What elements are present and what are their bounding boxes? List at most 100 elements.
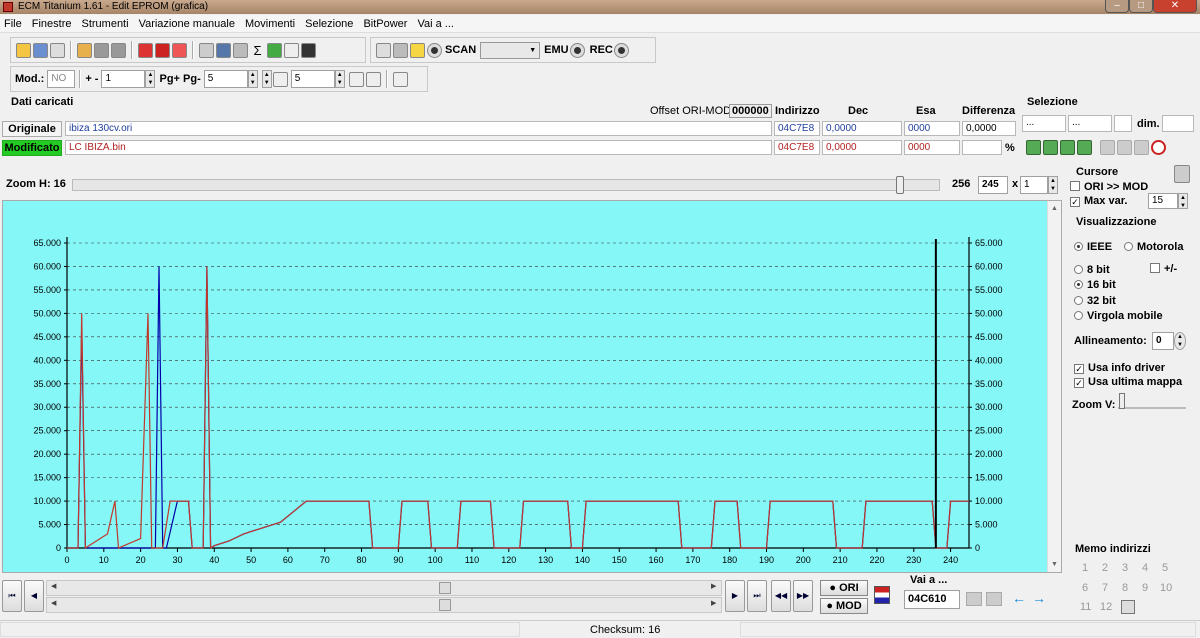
ori-button[interactable]: ● ORI — [820, 580, 868, 596]
menu-movimenti[interactable]: Movimenti — [245, 18, 295, 30]
zoom-v-track[interactable] — [1118, 395, 1186, 409]
mark-right-icon[interactable]: → — [1032, 591, 1048, 607]
nav-scroll-bottom[interactable]: ◀ ▶ — [46, 597, 722, 613]
prev-button[interactable]: ◀ — [24, 580, 44, 612]
save-icon[interactable] — [94, 42, 109, 58]
memo-7[interactable]: 7 — [1102, 582, 1108, 594]
memo-10[interactable]: 10 — [1160, 582, 1172, 594]
memo-2[interactable]: 2 — [1102, 562, 1108, 574]
emu-record-icon[interactable] — [569, 42, 585, 58]
zoom-v-thumb[interactable] — [1119, 393, 1125, 409]
mod-diff[interactable] — [962, 140, 1002, 155]
lock-icon[interactable] — [1174, 165, 1190, 183]
memo-8[interactable]: 8 — [1122, 582, 1128, 594]
mark-left-icon[interactable]: ← — [1012, 591, 1028, 607]
sel-copy-icon[interactable] — [1100, 140, 1115, 155]
first-button[interactable]: ⏮ — [2, 580, 22, 612]
memo-9[interactable]: 9 — [1142, 582, 1148, 594]
mod-field[interactable]: NO — [47, 70, 76, 88]
copy-icon[interactable] — [199, 42, 214, 58]
vai-a-field[interactable]: 04C610 — [904, 590, 960, 609]
nav-scroll-bottom-thumb[interactable] — [439, 599, 451, 611]
open-folder-icon[interactable] — [77, 42, 92, 58]
zoom-mult-spinner[interactable]: ▲ ▼ — [1048, 176, 1058, 194]
pg-spinner[interactable]: ▲ ▼ — [247, 70, 258, 88]
mod-address[interactable]: 04C7E8 — [774, 140, 820, 155]
eprom-chart[interactable]: 0 05.000 5.00010.000 10.00015.000 15.00020.0… — [3, 201, 1049, 572]
memo-11[interactable]: 11 — [1080, 601, 1091, 613]
sel-end-icon[interactable] — [1077, 140, 1092, 155]
ori-esa[interactable]: 0000 — [904, 121, 960, 136]
memo-5[interactable]: 5 — [1162, 562, 1168, 574]
bit32-radio[interactable]: 32 bit — [1074, 295, 1116, 307]
calculator-icon[interactable] — [216, 42, 231, 58]
selezione-extra[interactable] — [1114, 115, 1132, 132]
sel-start-icon[interactable] — [1026, 140, 1041, 155]
mod-esa[interactable]: 0000 — [904, 140, 960, 155]
windows-icon[interactable] — [33, 42, 48, 58]
window-icon[interactable] — [50, 42, 65, 58]
selezione-start[interactable]: ... — [1022, 115, 1066, 132]
tools-icon[interactable] — [233, 42, 248, 58]
motorola-radio[interactable]: Motorola — [1124, 241, 1183, 253]
text-icon[interactable] — [392, 71, 408, 87]
menu-bitpower[interactable]: BitPower — [363, 18, 407, 30]
memo-3[interactable]: 3 — [1122, 562, 1128, 574]
ori-dec[interactable]: 0,0000 — [822, 121, 902, 136]
ieee-radio[interactable]: IEEE — [1074, 241, 1112, 253]
save-as-icon[interactable] — [111, 42, 126, 58]
binoculars-icon[interactable] — [301, 42, 316, 58]
max-var-field[interactable]: 15 — [1148, 193, 1178, 209]
close-button[interactable]: ✕ — [1153, 0, 1197, 13]
last-button[interactable]: ⏭ — [747, 580, 767, 612]
page-icon[interactable] — [272, 71, 288, 87]
max-var-check[interactable]: ✓ Max var. — [1070, 195, 1127, 207]
sel-mark-icon[interactable] — [1043, 140, 1058, 155]
map-icon[interactable] — [172, 42, 187, 58]
mark-icon[interactable] — [365, 71, 381, 87]
pg-field[interactable]: 5 — [203, 70, 248, 88]
originale-file[interactable]: ibiza 130cv.ori — [65, 121, 772, 136]
bit8-radio[interactable]: 8 bit — [1074, 264, 1110, 276]
virgola-radio[interactable]: Virgola mobile — [1074, 310, 1163, 322]
step-field[interactable]: 5 — [290, 70, 335, 88]
sel-paste-icon[interactable] — [1117, 140, 1132, 155]
allineamento-field[interactable]: 0 — [1152, 332, 1174, 350]
rec-record-icon[interactable] — [613, 42, 629, 58]
step-spinner[interactable]: ▲ ▼ — [334, 70, 345, 88]
chart-icon[interactable] — [267, 42, 282, 58]
ori-address[interactable]: 04C7E8 — [774, 121, 820, 136]
menu-selezione[interactable]: Selezione — [305, 18, 353, 30]
jump-next-button[interactable]: ▶▶ — [793, 580, 813, 612]
scan-select[interactable]: ▼ — [480, 41, 541, 59]
memo-save-icon[interactable] — [1121, 600, 1135, 614]
menu-finestre[interactable]: Finestre — [32, 18, 72, 30]
dim-field[interactable] — [1162, 115, 1194, 132]
allineamento-spinner[interactable]: ▲ ▼ — [1174, 332, 1186, 350]
bit16-radio[interactable]: 16 bit — [1074, 279, 1116, 291]
next-button[interactable]: ▶ — [725, 580, 745, 612]
menu-file[interactable]: File — [4, 18, 22, 30]
record-icon[interactable] — [427, 42, 442, 58]
minimize-button[interactable]: – — [1105, 0, 1129, 13]
sel-clear-icon[interactable] — [1134, 140, 1149, 155]
zoom-mult[interactable]: 1 — [1020, 176, 1048, 194]
menu-variazione[interactable]: Variazione manuale — [139, 18, 235, 30]
nav-scroll-top-thumb[interactable] — [439, 582, 451, 594]
jump-prev-button[interactable]: ◀◀ — [771, 580, 791, 612]
plusminus-spinner[interactable]: ▲ ▼ — [145, 70, 156, 88]
minus-icon[interactable] — [348, 71, 364, 87]
memo-1[interactable]: 1 — [1082, 562, 1088, 574]
runner-icon[interactable] — [410, 42, 425, 58]
plusminus-field[interactable]: 1 — [101, 70, 146, 88]
plusminus-check[interactable]: +/- — [1150, 263, 1177, 275]
usa-ultima-check[interactable]: ✓ Usa ultima mappa — [1074, 376, 1182, 388]
memo-6[interactable]: 6 — [1082, 582, 1088, 594]
chart-vscroll[interactable]: ▲ ▼ — [1047, 201, 1061, 572]
goto-end-icon[interactable] — [986, 592, 1002, 606]
usa-info-check[interactable]: ✓ Usa info driver — [1074, 362, 1165, 374]
lock-icon[interactable] — [393, 42, 408, 58]
ori-diff[interactable]: 0,0000 — [962, 121, 1016, 136]
maximize-button[interactable]: □ — [1129, 0, 1153, 13]
mod-dec[interactable]: 0,0000 — [822, 140, 902, 155]
